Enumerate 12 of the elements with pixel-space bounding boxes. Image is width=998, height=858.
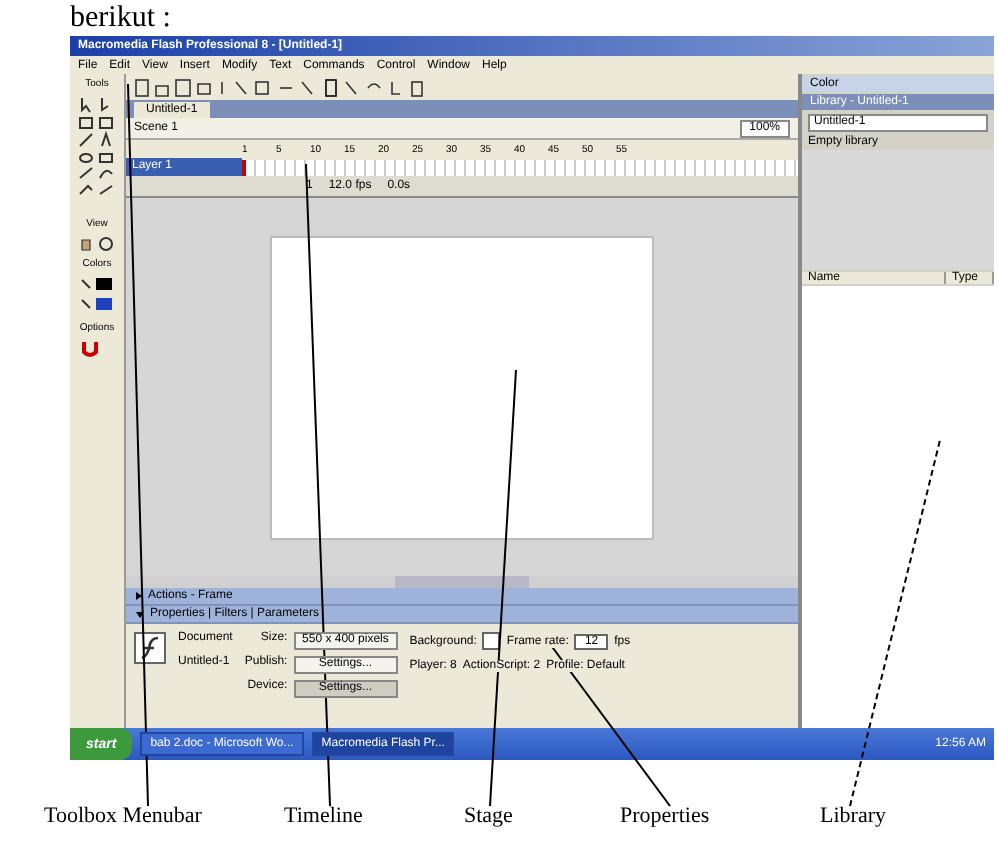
horizontal-scrollbar[interactable] xyxy=(126,576,798,588)
annotation-label: Stage xyxy=(464,804,513,828)
caption-text: berikut : xyxy=(70,0,173,36)
hand-zoom-icons-drawing[interactable] xyxy=(75,234,119,254)
annotation-label: Timeline xyxy=(284,804,363,828)
annotation-label: Properties xyxy=(620,804,710,828)
background-color-swatch[interactable] xyxy=(482,632,501,650)
flash-document-icon xyxy=(134,632,166,664)
expand-arrow-icon[interactable] xyxy=(136,592,142,600)
annotation-label: Library xyxy=(820,804,886,828)
annotation-label: Toolbox Menubar xyxy=(44,804,202,828)
expand-arrow-icon[interactable] xyxy=(136,611,144,617)
